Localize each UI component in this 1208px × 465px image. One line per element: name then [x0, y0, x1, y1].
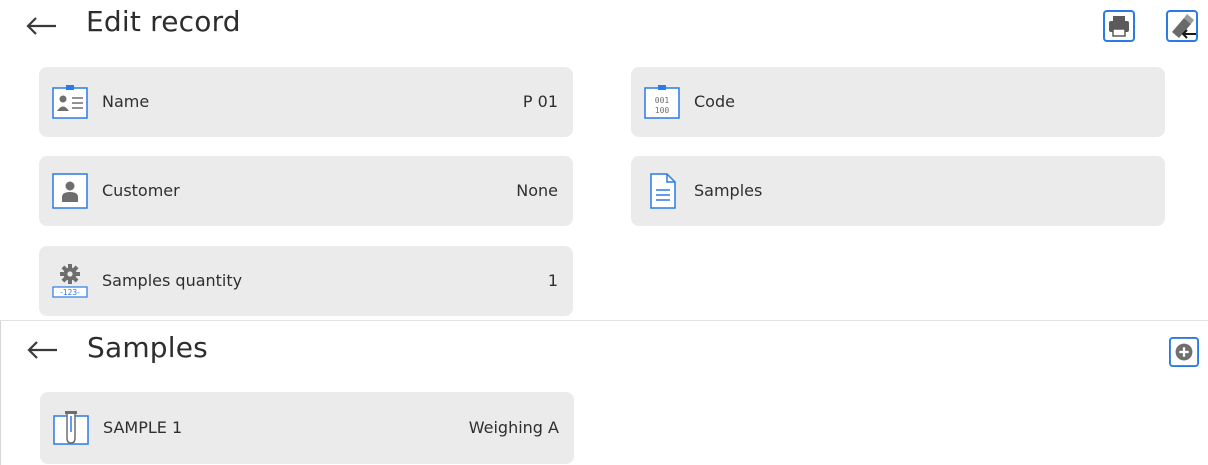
document-icon [650, 173, 676, 209]
samples-quantity-field[interactable]: -123- Samples quantity 1 [39, 246, 573, 316]
customer-label: Customer [102, 181, 180, 200]
code-field[interactable]: 001 100 Code [631, 67, 1165, 137]
samples-quantity-value: 1 [547, 271, 558, 290]
samples-field[interactable]: Samples [631, 156, 1165, 226]
svg-text:-123-: -123- [60, 288, 80, 297]
binary-code-icon: 001 100 [644, 85, 680, 119]
usb-export-icon[interactable] [1166, 10, 1198, 42]
sample-method: Weighing A [468, 418, 559, 437]
printer-icon[interactable] [1103, 10, 1135, 42]
customer-value: None [516, 181, 558, 200]
name-value: P 01 [522, 92, 558, 111]
svg-text:001: 001 [655, 96, 670, 105]
add-icon[interactable] [1169, 337, 1199, 367]
back-arrow-icon[interactable] [25, 338, 59, 362]
code-label: Code [694, 92, 735, 111]
samples-panel: Samples SAMPLE 1 Weighing A [0, 320, 1208, 465]
id-card-icon [52, 85, 88, 119]
samples-quantity-label: Samples quantity [102, 271, 243, 290]
gear-number-icon: -123- [52, 264, 88, 298]
samples-label: Samples [694, 181, 763, 200]
name-field[interactable]: Name P 01 [39, 67, 573, 137]
samples-title: Samples [87, 331, 208, 364]
page-title: Edit record [86, 5, 241, 38]
test-tube-icon [53, 411, 89, 445]
name-label: Name [102, 92, 150, 111]
sample-name: SAMPLE 1 [103, 418, 183, 437]
customer-icon [52, 173, 88, 209]
sample-list-item[interactable]: SAMPLE 1 Weighing A [40, 392, 574, 464]
edit-record-panel: Edit record Name P 01 001 100 Code Custo… [0, 0, 1208, 320]
customer-field[interactable]: Customer None [39, 156, 573, 226]
back-arrow-icon[interactable] [24, 14, 58, 38]
svg-text:100: 100 [655, 106, 670, 115]
